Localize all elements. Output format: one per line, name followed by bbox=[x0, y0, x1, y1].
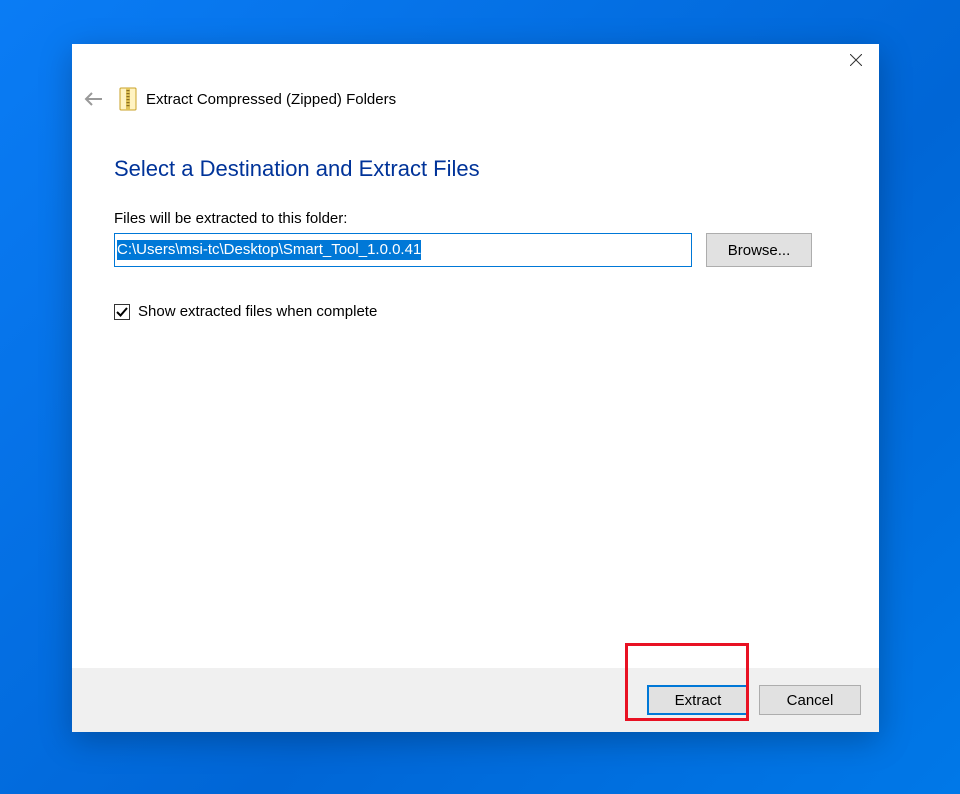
close-button[interactable] bbox=[833, 44, 879, 76]
dialog-header: Extract Compressed (Zipped) Folders bbox=[72, 80, 879, 118]
show-files-checkbox[interactable] bbox=[114, 304, 130, 320]
dialog-titlebar bbox=[72, 44, 879, 80]
dialog-body: Select a Destination and Extract Files F… bbox=[72, 118, 879, 668]
browse-button[interactable]: Browse... bbox=[706, 233, 812, 267]
destination-path-input[interactable]: C:\Users\msi-tc\Desktop\Smart_Tool_1.0.0… bbox=[114, 233, 692, 267]
dialog-footer: Extract Cancel bbox=[72, 668, 879, 732]
dialog-title: Extract Compressed (Zipped) Folders bbox=[146, 91, 396, 108]
show-files-checkbox-label: Show extracted files when complete bbox=[138, 303, 377, 320]
check-icon bbox=[116, 306, 128, 318]
back-button[interactable] bbox=[82, 87, 106, 111]
extract-button[interactable]: Extract bbox=[647, 685, 749, 715]
cancel-button[interactable]: Cancel bbox=[759, 685, 861, 715]
path-label: Files will be extracted to this folder: bbox=[114, 210, 839, 227]
extract-dialog: Extract Compressed (Zipped) Folders Sele… bbox=[72, 44, 879, 732]
close-icon bbox=[850, 54, 862, 66]
page-heading: Select a Destination and Extract Files bbox=[114, 156, 839, 182]
back-arrow-icon bbox=[82, 87, 106, 111]
destination-path-text: C:\Users\msi-tc\Desktop\Smart_Tool_1.0.0… bbox=[117, 240, 421, 260]
zip-folder-icon bbox=[118, 86, 138, 112]
